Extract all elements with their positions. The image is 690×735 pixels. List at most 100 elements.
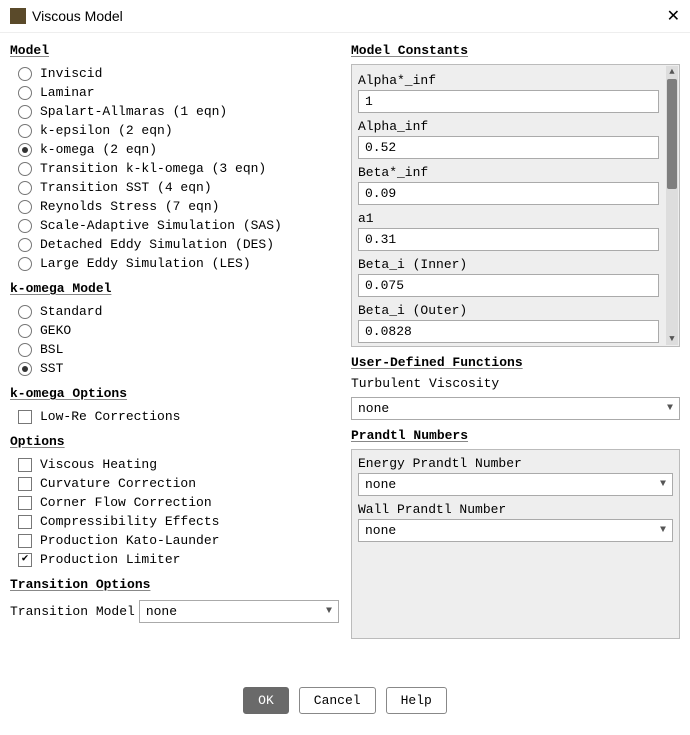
model-radio[interactable]: k-omega (2 eqn) xyxy=(10,140,339,159)
option-check[interactable]: Production Kato-Launder xyxy=(10,531,339,550)
prandtl-label: Wall Prandtl Number xyxy=(358,502,673,517)
constant-label: Beta_i (Outer) xyxy=(358,303,659,318)
help-button[interactable]: Help xyxy=(386,687,447,714)
radio-label: Reynolds Stress (7 eqn) xyxy=(40,199,219,214)
model-radio[interactable]: Transition k-kl-omega (3 eqn) xyxy=(10,159,339,178)
constant-label: Alpha*_inf xyxy=(358,73,659,88)
left-column: Model Inviscid Laminar Spalart-Allmaras (1… xyxy=(4,39,345,673)
radio-icon xyxy=(18,219,32,233)
model-radio[interactable]: Reynolds Stress (7 eqn) xyxy=(10,197,339,216)
radio-label: Standard xyxy=(40,304,102,319)
checkbox-label: Production Kato-Launder xyxy=(40,533,219,548)
titlebar: Viscous Model ✕ xyxy=(0,0,690,33)
radio-icon xyxy=(18,305,32,319)
model-radio[interactable]: Scale-Adaptive Simulation (SAS) xyxy=(10,216,339,235)
model-radio[interactable]: Transition SST (4 eqn) xyxy=(10,178,339,197)
cancel-button[interactable]: Cancel xyxy=(299,687,376,714)
radio-label: Transition k-kl-omega (3 eqn) xyxy=(40,161,266,176)
group-options: Options xyxy=(10,434,339,449)
radio-label: Transition SST (4 eqn) xyxy=(40,180,212,195)
constant-input[interactable] xyxy=(358,90,659,113)
transition-model-dropdown[interactable]: none ▼ xyxy=(139,600,339,623)
model-radio[interactable]: Spalart-Allmaras (1 eqn) xyxy=(10,102,339,121)
checkbox-label: Low-Re Corrections xyxy=(40,409,180,424)
komega-radio[interactable]: Standard xyxy=(10,302,339,321)
model-radio[interactable]: Large Eddy Simulation (LES) xyxy=(10,254,339,273)
prandtl-value: none xyxy=(365,477,396,492)
checkbox-label: Production Limiter xyxy=(40,552,180,567)
radio-icon xyxy=(18,162,32,176)
chevron-down-icon: ▼ xyxy=(660,525,666,536)
app-icon xyxy=(10,8,26,24)
option-check[interactable]: Curvature Correction xyxy=(10,474,339,493)
constant-input[interactable] xyxy=(358,182,659,205)
ok-button[interactable]: OK xyxy=(243,687,289,714)
prandtl-dropdown[interactable]: none ▼ xyxy=(358,473,673,496)
constants-panel: Alpha*_infAlpha_infBeta*_infa1Beta_i (In… xyxy=(351,64,680,347)
checkbox-icon xyxy=(18,410,32,424)
checkbox-icon xyxy=(18,496,32,510)
radio-icon xyxy=(18,67,32,81)
checkbox-icon xyxy=(18,553,32,567)
constant-input[interactable] xyxy=(358,320,659,343)
close-icon[interactable]: ✕ xyxy=(667,6,680,26)
checkbox-label: Corner Flow Correction xyxy=(40,495,212,510)
checkbox-label: Compressibility Effects xyxy=(40,514,219,529)
constant-input[interactable] xyxy=(358,274,659,297)
radio-label: k-epsilon (2 eqn) xyxy=(40,123,173,138)
radio-label: SST xyxy=(40,361,63,376)
transition-model-label: Transition Model xyxy=(10,604,135,619)
radio-label: BSL xyxy=(40,342,63,357)
checkbox-icon xyxy=(18,515,32,529)
option-check[interactable]: Viscous Heating xyxy=(10,455,339,474)
radio-icon xyxy=(18,200,32,214)
udf-field-label: Turbulent Viscosity xyxy=(351,376,680,391)
radio-label: k-omega (2 eqn) xyxy=(40,142,157,157)
group-model: Model xyxy=(10,43,339,58)
transition-model-value: none xyxy=(146,604,177,619)
chevron-down-icon: ▼ xyxy=(660,479,666,490)
model-radio[interactable]: Detached Eddy Simulation (DES) xyxy=(10,235,339,254)
udf-dropdown[interactable]: none ▼ xyxy=(351,397,680,420)
scroll-down-icon[interactable]: ▼ xyxy=(666,333,678,345)
checkbox-icon xyxy=(18,534,32,548)
group-constants: Model Constants xyxy=(351,43,680,58)
udf-value: none xyxy=(358,401,389,416)
chevron-down-icon: ▼ xyxy=(326,606,332,617)
radio-icon xyxy=(18,324,32,338)
option-check[interactable]: Compressibility Effects xyxy=(10,512,339,531)
prandtl-panel: Energy Prandtl Number none ▼ Wall Prandtl N… xyxy=(351,449,680,639)
model-radio[interactable]: k-epsilon (2 eqn) xyxy=(10,121,339,140)
scroll-up-icon[interactable]: ▲ xyxy=(666,66,678,78)
right-column: Model Constants Alpha*_inf Alpha_inf Beta*… xyxy=(345,39,686,673)
constant-input[interactable] xyxy=(358,136,659,159)
option-check[interactable]: Production Limiter xyxy=(10,550,339,569)
scroll-thumb[interactable] xyxy=(667,79,677,189)
radio-label: Laminar xyxy=(40,85,95,100)
komega-radio[interactable]: SST xyxy=(10,359,339,378)
checkbox-label: Viscous Heating xyxy=(40,457,157,472)
radio-icon xyxy=(18,124,32,138)
option-check[interactable]: Corner Flow Correction xyxy=(10,493,339,512)
prandtl-dropdown[interactable]: none ▼ xyxy=(358,519,673,542)
group-udf: User-Defined Functions xyxy=(351,355,680,370)
checkbox-icon xyxy=(18,458,32,472)
group-komega-options: k-omega Options xyxy=(10,386,339,401)
prandtl-value: none xyxy=(365,523,396,538)
window-title: Viscous Model xyxy=(32,8,123,24)
constants-scrollbar[interactable]: ▲ ▼ xyxy=(666,66,678,345)
dialog-buttons: OK Cancel Help xyxy=(0,673,690,728)
model-radio[interactable]: Inviscid xyxy=(10,64,339,83)
komega-radio[interactable]: GEKO xyxy=(10,321,339,340)
model-radio[interactable]: Laminar xyxy=(10,83,339,102)
radio-label: Inviscid xyxy=(40,66,102,81)
radio-label: GEKO xyxy=(40,323,71,338)
prandtl-label: Energy Prandtl Number xyxy=(358,456,673,471)
radio-label: Large Eddy Simulation (LES) xyxy=(40,256,251,271)
constant-input[interactable] xyxy=(358,228,659,251)
komega-radio[interactable]: BSL xyxy=(10,340,339,359)
constant-label: Beta_i (Inner) xyxy=(358,257,659,272)
komega-opt-check[interactable]: Low-Re Corrections xyxy=(10,407,339,426)
constant-label: Beta*_inf xyxy=(358,165,659,180)
constant-label: Alpha_inf xyxy=(358,119,659,134)
